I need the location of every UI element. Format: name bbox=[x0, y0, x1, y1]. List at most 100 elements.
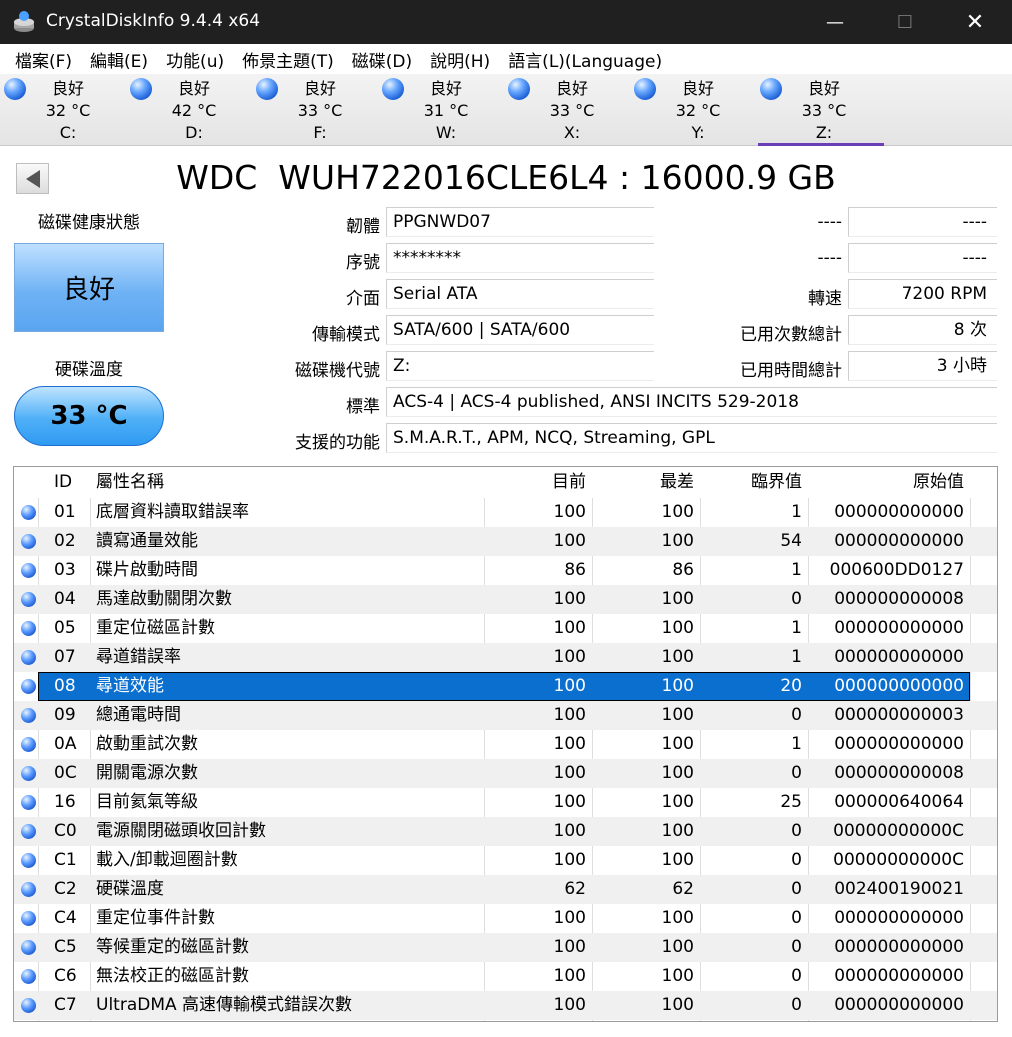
attribute-current: 100 bbox=[553, 734, 586, 754]
attribute-status-icon bbox=[21, 998, 36, 1013]
table-row[interactable]: 02 讀寫通量效能 100 100 54 000000000000 bbox=[14, 527, 997, 556]
attribute-current: 100 bbox=[553, 531, 586, 551]
table-row[interactable]: C6 無法校正的磁區計數 100 100 0 000000000000 bbox=[14, 962, 997, 991]
attribute-current: 100 bbox=[553, 966, 586, 986]
drive-letter: F: bbox=[313, 123, 327, 142]
attribute-worst: 100 bbox=[661, 502, 694, 522]
menu-disk[interactable]: 磁碟(D) bbox=[343, 47, 421, 72]
menu-edit[interactable]: 編輯(E) bbox=[81, 47, 157, 72]
table-row[interactable]: 0A 啟動重試次數 100 100 1 000000000000 bbox=[14, 730, 997, 759]
table-row[interactable]: 01 底層資料讀取錯誤率 100 100 1 000000000000 bbox=[14, 498, 997, 527]
minimize-button[interactable]: — bbox=[800, 0, 870, 44]
table-row[interactable]: 07 尋道錯誤率 100 100 1 000000000000 bbox=[14, 643, 997, 672]
drive-status: 良好 bbox=[555, 79, 588, 98]
attribute-worst: 100 bbox=[661, 589, 694, 609]
menu-language[interactable]: 語言(L)(Language) bbox=[499, 47, 671, 72]
attribute-status-icon bbox=[21, 853, 36, 868]
attribute-worst: 100 bbox=[661, 792, 694, 812]
table-row[interactable]: 04 馬達啟動關閉次數 100 100 0 000000000008 bbox=[14, 585, 997, 614]
header-worst[interactable]: 最差 bbox=[596, 467, 694, 498]
smart-attributes-table[interactable]: ID 屬性名稱 目前 最差 臨界值 原始值 01 底層資料讀取錯誤率 100 100 1… bbox=[13, 466, 998, 1022]
drive-tab-y[interactable]: 良好 32 °C Y: bbox=[632, 76, 758, 146]
table-row[interactable]: 16 目前氦氣等級 100 100 25 000000640064 bbox=[14, 788, 997, 817]
drive-tab-z[interactable]: 良好 33 °C Z: bbox=[758, 76, 884, 146]
attribute-name: 啟動重試次數 bbox=[96, 734, 198, 754]
attribute-raw-value: 000000000000 bbox=[834, 966, 964, 986]
table-row[interactable]: 0C 開關電源次數 100 100 0 000000000008 bbox=[14, 759, 997, 788]
table-row[interactable]: 05 重定位磁區計數 100 100 1 000000000000 bbox=[14, 614, 997, 643]
drive-tab-d[interactable]: 良好 42 °C D: bbox=[128, 76, 254, 146]
drive-status: 良好 bbox=[807, 79, 840, 98]
attribute-name: 尋道效能 bbox=[96, 676, 164, 696]
attribute-worst: 100 bbox=[661, 531, 694, 551]
attribute-current: 100 bbox=[553, 618, 586, 638]
menu-function[interactable]: 功能(u) bbox=[157, 47, 233, 72]
header-id[interactable]: ID bbox=[54, 467, 90, 498]
attribute-worst: 100 bbox=[661, 995, 694, 1015]
table-row[interactable]: 03 碟片啟動時間 86 86 1 000600DD0127 bbox=[14, 556, 997, 585]
menu-help[interactable]: 說明(H) bbox=[421, 47, 499, 72]
drive-status: 良好 bbox=[429, 79, 462, 98]
attribute-raw-value: 000000000008 bbox=[834, 589, 964, 609]
drive-letter: Z: bbox=[815, 123, 833, 142]
table-row[interactable]: C0 電源關閉磁頭收回計數 100 100 0 00000000000C bbox=[14, 817, 997, 846]
drive-letter-value: Z: bbox=[386, 351, 654, 381]
menu-file[interactable]: 檔案(F) bbox=[6, 47, 81, 72]
attribute-current: 100 bbox=[553, 676, 586, 696]
table-row[interactable]: C2 硬碟溫度 62 62 0 002400190021 bbox=[14, 875, 997, 904]
drive-letter: Y: bbox=[691, 123, 705, 142]
table-row[interactable]: C4 重定位事件計數 100 100 0 000000000000 bbox=[14, 904, 997, 933]
attribute-status-icon bbox=[21, 563, 36, 578]
drive-letter: D: bbox=[185, 123, 203, 142]
app-icon bbox=[14, 11, 34, 32]
attribute-id: 05 bbox=[54, 618, 76, 638]
previous-disk-button[interactable] bbox=[16, 163, 49, 194]
drive-tab-x[interactable]: 良好 33 °C X: bbox=[506, 76, 632, 146]
interface-label: 介面 bbox=[346, 289, 380, 309]
maximize-button[interactable]: ☐ bbox=[870, 0, 940, 44]
rotation-rate-label: 轉速 bbox=[808, 289, 842, 309]
drive-letter: C: bbox=[59, 123, 77, 142]
temperature-value[interactable]: 33 °C bbox=[14, 386, 164, 446]
attribute-status-icon bbox=[21, 708, 36, 723]
attribute-id: 09 bbox=[54, 705, 76, 725]
header-raw-value[interactable]: 原始值 bbox=[810, 467, 964, 498]
table-row[interactable]: 09 總通電時間 100 100 0 000000000003 bbox=[14, 701, 997, 730]
right-label-1: ---- bbox=[817, 212, 842, 232]
attribute-name: 無法校正的磁區計數 bbox=[96, 966, 249, 986]
health-status-label: 磁碟健康狀態 bbox=[38, 213, 140, 233]
attribute-threshold: 0 bbox=[791, 879, 802, 899]
menu-theme[interactable]: 佈景主題(T) bbox=[233, 47, 343, 72]
attribute-id: C0 bbox=[54, 821, 77, 841]
attribute-status-icon bbox=[21, 795, 36, 810]
attribute-current: 100 bbox=[553, 705, 586, 725]
attribute-name: UltraDMA 高速傳輸模式錯誤次數 bbox=[96, 995, 353, 1015]
attribute-id: 16 bbox=[54, 792, 76, 812]
header-current[interactable]: 目前 bbox=[486, 467, 586, 498]
drive-temperature: 33 °C bbox=[297, 101, 343, 120]
attribute-raw-value: 000000000000 bbox=[834, 647, 964, 667]
drive-tab-f[interactable]: 良好 33 °C F: bbox=[254, 76, 380, 146]
attribute-worst: 100 bbox=[661, 821, 694, 841]
drive-tab-w[interactable]: 良好 31 °C W: bbox=[380, 76, 506, 146]
attribute-worst: 86 bbox=[672, 560, 694, 580]
attribute-status-icon bbox=[21, 679, 36, 694]
health-status-value[interactable]: 良好 bbox=[14, 243, 164, 332]
table-row[interactable]: C7 UltraDMA 高速傳輸模式錯誤次數 100 100 0 000000000000 bbox=[14, 991, 997, 1020]
attribute-name: 目前氦氣等級 bbox=[96, 792, 198, 812]
table-row[interactable]: C5 等候重定的磁區計數 100 100 0 000000000000 bbox=[14, 933, 997, 962]
table-row[interactable]: 08 尋道效能 100 100 20 000000000000 bbox=[14, 672, 997, 701]
disk-model-title: WDC WUH722016CLE6L4 : 16000.9 GB bbox=[176, 158, 836, 197]
drive-status: 良好 bbox=[303, 79, 336, 98]
drive-tab-c[interactable]: 良好 32 °C C: bbox=[2, 76, 128, 146]
attribute-id: 08 bbox=[54, 676, 76, 696]
close-button[interactable]: ✕ bbox=[940, 0, 1010, 44]
attribute-id: 03 bbox=[54, 560, 76, 580]
power-on-hours-label: 已用時間總計 bbox=[740, 361, 842, 381]
features-value: S.M.A.R.T., APM, NCQ, Streaming, GPL bbox=[386, 423, 997, 453]
header-threshold[interactable]: 臨界值 bbox=[704, 467, 802, 498]
table-row[interactable]: C1 載入/卸載迴圈計數 100 100 0 00000000000C bbox=[14, 846, 997, 875]
attribute-raw-value: 000000000000 bbox=[834, 676, 964, 696]
attribute-name: 硬碟溫度 bbox=[96, 879, 164, 899]
header-attribute-name[interactable]: 屬性名稱 bbox=[96, 467, 484, 498]
